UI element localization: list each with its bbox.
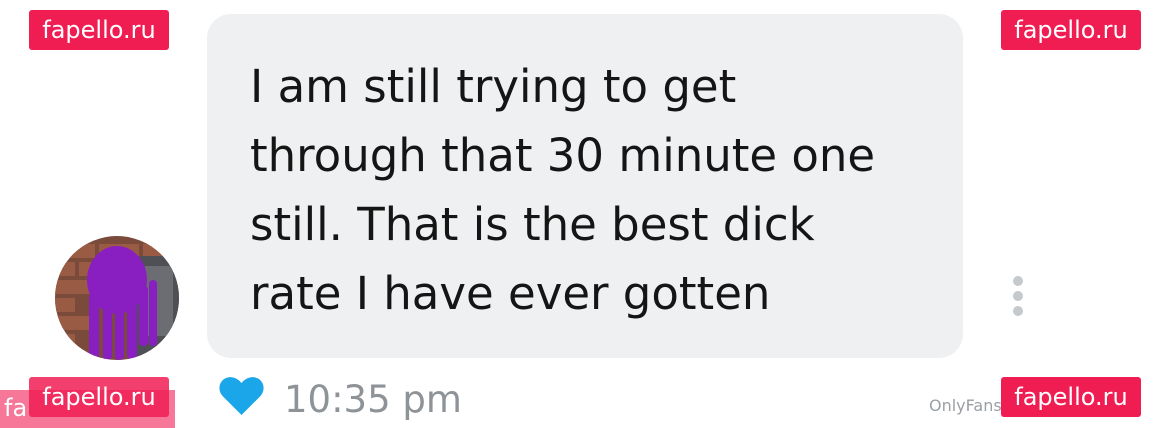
message-timestamp: 10:35 pm	[284, 378, 462, 421]
footer-credit: OnlyFans	[929, 396, 1002, 415]
dot	[1013, 276, 1023, 286]
heart-icon[interactable]	[219, 376, 264, 416]
avatar[interactable]	[55, 236, 179, 360]
watermark-bottom-right: fapello.ru	[1001, 377, 1141, 417]
more-vertical-icon[interactable]	[1008, 276, 1028, 318]
watermark-top-right: fapello.ru	[1001, 10, 1141, 50]
watermark-bottom-left: fapello.ru	[29, 377, 169, 417]
dot	[1013, 291, 1023, 301]
avatar-image	[55, 236, 179, 360]
dot	[1013, 306, 1023, 316]
message-text: I am still trying to get through that 30…	[250, 60, 876, 320]
watermark-top-left: fapello.ru	[29, 10, 169, 50]
